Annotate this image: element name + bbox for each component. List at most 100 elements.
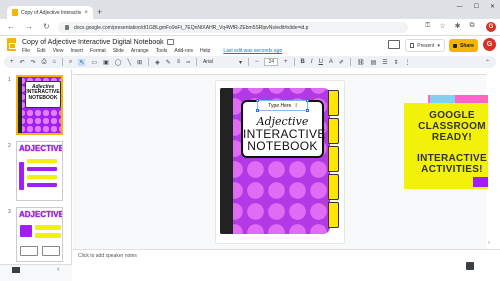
border-dash-icon[interactable]: ┅ bbox=[186, 59, 190, 66]
star-icon[interactable]: ☆ bbox=[156, 39, 162, 47]
notebook-tab[interactable] bbox=[328, 174, 339, 200]
menu-arrange[interactable]: Arrange bbox=[131, 48, 149, 54]
bold-button[interactable]: B bbox=[301, 59, 305, 65]
thumbnail-label: Adjective INTERACTIVE NOTEBOOK bbox=[25, 81, 61, 108]
textbox-icon[interactable]: ▭ bbox=[91, 59, 97, 66]
new-tab-button[interactable]: + bbox=[97, 7, 102, 17]
thumb-side-label bbox=[19, 162, 24, 190]
menu-view[interactable]: View bbox=[53, 48, 64, 54]
line-spacing-icon[interactable]: ⇕ bbox=[394, 59, 399, 66]
resize-handle[interactable] bbox=[256, 99, 259, 102]
menu-format[interactable]: Format bbox=[90, 48, 106, 54]
highlight-icon[interactable]: ✐ bbox=[339, 59, 344, 66]
close-window-icon[interactable]: ✕ bbox=[490, 3, 495, 10]
link-icon[interactable]: ⛓ bbox=[357, 59, 365, 66]
select-icon[interactable]: ↖ bbox=[78, 58, 86, 66]
image-icon[interactable]: ▣ bbox=[103, 59, 109, 66]
notebook-tab[interactable] bbox=[328, 202, 339, 228]
thumb-line-3: NOTEBOOK bbox=[28, 94, 58, 101]
menu-insert[interactable]: Insert bbox=[70, 48, 83, 54]
share-button[interactable]: Share bbox=[449, 39, 478, 52]
collapse-toolbar-icon[interactable]: ⌃ bbox=[485, 59, 490, 66]
slide-thumbnail-2[interactable]: ADJECTIVES bbox=[16, 141, 63, 201]
puzzle-icon[interactable]: ⧉ bbox=[469, 22, 474, 30]
maximize-icon[interactable]: ☐ bbox=[474, 3, 479, 10]
font-size-field[interactable]: 24 bbox=[264, 58, 279, 66]
slide-thumbnail-3[interactable]: ADJECTIVES bbox=[16, 207, 63, 262]
user-avatar[interactable]: G bbox=[483, 38, 496, 51]
browser-avatar[interactable]: G bbox=[486, 22, 496, 32]
slides-logo-icon[interactable] bbox=[7, 38, 16, 51]
grid-view-icon[interactable] bbox=[12, 267, 20, 273]
thumb-box bbox=[27, 175, 57, 179]
browser-tab[interactable]: Copy of Adjective Interactive D × bbox=[7, 6, 93, 19]
bookmark-star-icon[interactable]: ☆ bbox=[439, 22, 445, 30]
font-size-increase[interactable]: + bbox=[284, 59, 288, 65]
comments-icon[interactable] bbox=[388, 40, 400, 49]
comment-icon[interactable]: ▤ bbox=[371, 59, 377, 66]
border-weight-icon[interactable]: ≡ bbox=[177, 59, 181, 65]
undo-icon[interactable]: ↶ bbox=[20, 59, 25, 66]
redo-icon[interactable]: ↷ bbox=[31, 59, 36, 66]
present-button[interactable]: Present ▾ bbox=[405, 39, 445, 52]
comment-add-icon[interactable]: ⊞ bbox=[137, 59, 142, 66]
speaker-notes-placeholder[interactable]: Click to add speaker notes bbox=[78, 253, 137, 259]
reload-icon[interactable]: ↻ bbox=[43, 22, 50, 31]
last-edit-link[interactable]: Last edit was seconds ago bbox=[223, 48, 282, 54]
resize-handle[interactable] bbox=[306, 99, 309, 102]
extension-icon[interactable]: ✱ bbox=[455, 22, 461, 30]
menu-file[interactable]: File bbox=[22, 48, 30, 54]
line-icon[interactable]: ╲ bbox=[127, 59, 131, 66]
notebook-tab[interactable] bbox=[328, 118, 339, 144]
notebook-tabs bbox=[328, 90, 339, 230]
back-icon[interactable]: ← bbox=[7, 22, 15, 31]
notebook-spine bbox=[220, 88, 233, 234]
italic-button[interactable]: I bbox=[311, 59, 313, 65]
thumb-puzzle bbox=[20, 225, 32, 237]
notebook-tab[interactable] bbox=[328, 90, 339, 116]
notebook-tab[interactable] bbox=[328, 146, 339, 172]
forward-icon[interactable]: → bbox=[25, 22, 33, 31]
explore-icon[interactable] bbox=[466, 262, 474, 270]
resize-handle[interactable] bbox=[256, 109, 259, 112]
fill-color-icon[interactable]: ◈ bbox=[155, 59, 160, 66]
menu-addons[interactable]: Add-ons bbox=[174, 48, 193, 54]
text-color-button[interactable]: A bbox=[329, 59, 333, 65]
add-slide-icon[interactable]: + bbox=[10, 59, 14, 65]
url-text: docs.google.com/presentation/d/1GBLgmFo9… bbox=[74, 24, 309, 31]
close-tab-icon[interactable]: × bbox=[84, 10, 88, 16]
url-field[interactable]: docs.google.com/presentation/d/1GBLgmFo9… bbox=[58, 22, 408, 33]
resize-handle[interactable] bbox=[306, 109, 309, 112]
document-title[interactable]: Copy of Adjective Interactive Digital No… bbox=[22, 39, 164, 46]
menu-help[interactable]: Help bbox=[200, 48, 210, 54]
border-color-icon[interactable]: ✎ bbox=[166, 59, 171, 66]
zoom-icon[interactable]: ⌕ bbox=[69, 59, 72, 66]
font-size-decrease[interactable]: − bbox=[255, 59, 259, 65]
menu-slide[interactable]: Slide bbox=[113, 48, 124, 54]
minimize-icon[interactable]: — bbox=[457, 4, 463, 10]
more-icon[interactable]: ⋮ bbox=[405, 59, 411, 66]
chevron-down-icon[interactable]: ▾ bbox=[437, 43, 440, 49]
toolbar-divider bbox=[293, 58, 295, 66]
font-chevron-icon[interactable]: ▾ bbox=[239, 59, 242, 66]
speaker-notes-panel[interactable] bbox=[73, 249, 500, 281]
side-panel-toggle-icon[interactable]: › bbox=[488, 240, 490, 246]
slide-thumbnail-1[interactable]: Adjective INTERACTIVE NOTEBOOK bbox=[16, 75, 63, 135]
thumb-heading: ADJECTIVES bbox=[19, 144, 62, 153]
print-icon[interactable]: ⎙ bbox=[42, 59, 47, 66]
menu-tools[interactable]: Tools bbox=[156, 48, 168, 54]
font-select[interactable]: Arial bbox=[203, 59, 233, 65]
thumb-box bbox=[20, 246, 38, 256]
type-here-textbox[interactable]: Type Here I bbox=[256, 99, 309, 112]
side-panel bbox=[488, 69, 500, 249]
tab-title: Copy of Adjective Interactive D bbox=[21, 9, 82, 16]
align-icon[interactable]: ☰ bbox=[382, 59, 387, 66]
shape-icon[interactable]: ◯ bbox=[115, 59, 122, 66]
collapse-panel-icon[interactable]: ‹ bbox=[57, 266, 59, 273]
underline-button[interactable]: U bbox=[319, 59, 323, 65]
menu-edit[interactable]: Edit bbox=[37, 48, 46, 54]
move-folder-icon[interactable] bbox=[167, 39, 174, 45]
key-icon[interactable]: ⚿ bbox=[425, 22, 430, 30]
thumb-box bbox=[27, 183, 57, 187]
paint-format-icon[interactable]: ⌂ bbox=[52, 59, 56, 65]
